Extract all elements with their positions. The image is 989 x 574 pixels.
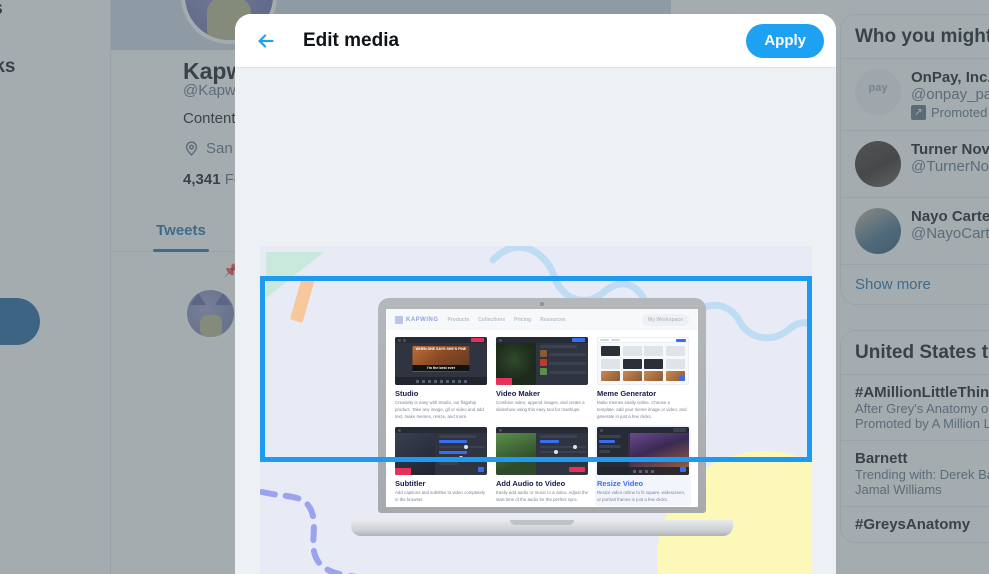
laptop-base: [351, 520, 733, 536]
create-button: [569, 467, 585, 473]
confirm-button: [478, 467, 484, 473]
crop-selection-rectangle[interactable]: [260, 276, 812, 462]
tool-icon: [638, 469, 642, 473]
tool-icon: [650, 469, 654, 473]
tool-icon: [632, 469, 636, 473]
back-arrow-icon: [258, 33, 274, 48]
timeline-bar: [395, 468, 412, 476]
tool-card-title: Subtitler: [395, 479, 426, 489]
export-button: [680, 467, 686, 473]
back-button[interactable]: [247, 22, 285, 60]
tool-icon: [644, 469, 648, 473]
apply-button[interactable]: Apply: [746, 23, 824, 58]
laptop-notch: [510, 520, 574, 525]
tool-card-title: Add Audio to Video: [496, 479, 566, 489]
modal-header: Edit media Apply: [235, 14, 836, 68]
editor-tool-strip: [597, 467, 689, 476]
tool-card-description: Easily add audio or music to a video. Ad…: [496, 490, 588, 503]
page-title: Edit media: [303, 29, 400, 51]
tool-card-title: Resize Video: [597, 479, 644, 489]
tool-card-description: Add captions and subtitles to video comp…: [395, 490, 486, 503]
tool-card-description: Resize video online to fit square, wides…: [597, 490, 686, 503]
subtitle-row: [439, 462, 458, 466]
